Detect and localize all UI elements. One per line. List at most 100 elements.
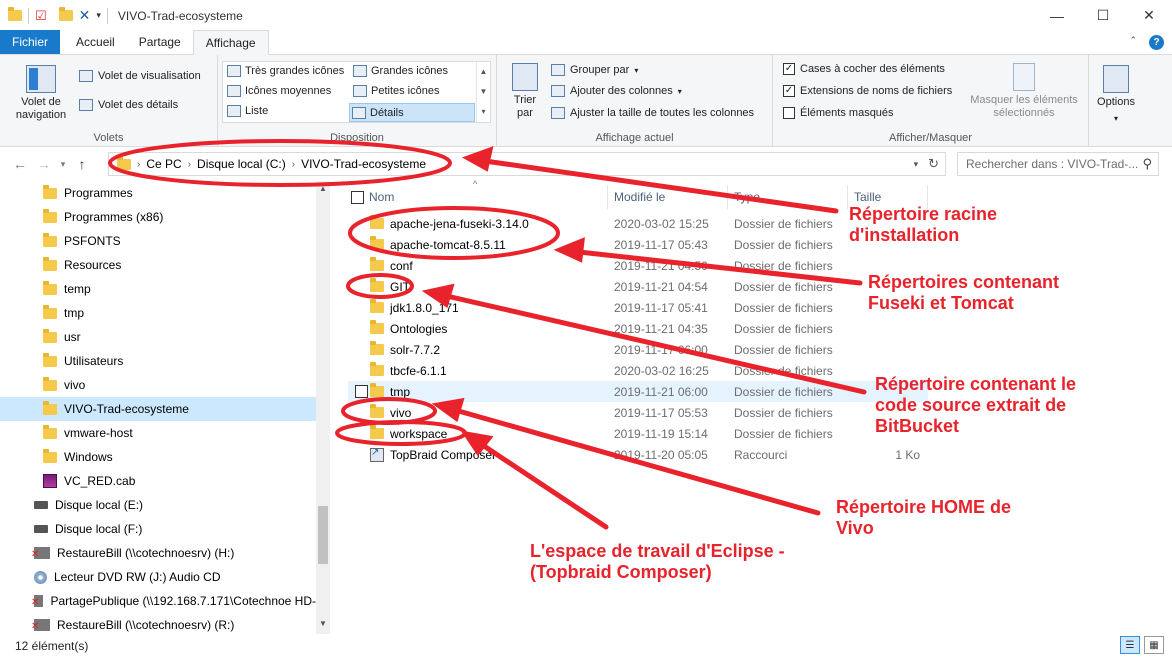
- row-checkbox[interactable]: [355, 385, 368, 398]
- nav-item[interactable]: VIVO-Trad-ecosysteme: [0, 397, 316, 421]
- nav-item[interactable]: VC_RED.cab: [0, 469, 316, 493]
- nav-item[interactable]: RestaureBill (\\cotechnoesrv) (H:): [0, 541, 316, 565]
- file-row[interactable]: solr-7.7.2 2019-11-17 06:00 Dossier de fic…: [348, 339, 928, 360]
- up-arrow-icon[interactable]: ↑: [70, 156, 94, 172]
- search-icon[interactable]: ⚲: [1142, 156, 1152, 172]
- nav-item[interactable]: temp: [0, 277, 316, 301]
- file-row[interactable]: Ontologies 2019-11-21 04:35 Dossier de fic…: [348, 318, 928, 339]
- nav-item[interactable]: vmware-host: [0, 421, 316, 445]
- properties-icon[interactable]: ☑: [35, 8, 47, 24]
- chevron-right-icon[interactable]: ›: [188, 159, 191, 170]
- new-folder-icon[interactable]: [58, 7, 73, 21]
- nav-item-label: Programmes (x86): [64, 210, 164, 224]
- folder-icon: [370, 362, 384, 376]
- preview-pane-button[interactable]: Volet de visualisation: [79, 70, 201, 82]
- layout-list[interactable]: Liste: [227, 105, 268, 117]
- item-checkboxes-toggle[interactable]: ✓ Cases à cocher des éléments: [783, 63, 945, 75]
- layout-details[interactable]: Détails: [349, 103, 475, 122]
- file-row[interactable]: jdk1.8.0_171 2019-11-17 05:41 Dossier de f…: [348, 297, 928, 318]
- nav-item[interactable]: PSFONTS: [0, 229, 316, 253]
- scroll-up-icon[interactable]: ▲: [316, 184, 330, 193]
- nav-item[interactable]: Disque local (F:): [0, 517, 316, 541]
- nav-item[interactable]: RestaureBill (\\cotechnoesrv) (R:): [0, 613, 316, 634]
- address-bar[interactable]: › Ce PC › Disque local (C:) › VIVO-Trad-…: [108, 152, 946, 176]
- ribbon-right-controls: ⌃ ?: [1129, 35, 1164, 50]
- column-header-name[interactable]: Nom ^: [363, 179, 608, 209]
- annotation-label-root: Répertoire racine d'installation: [849, 204, 997, 246]
- group-by-button[interactable]: Grouper par ▾: [551, 64, 638, 76]
- tab-file[interactable]: Fichier: [0, 30, 61, 54]
- tab-home[interactable]: Accueil: [64, 30, 127, 54]
- column-header-type[interactable]: Type: [728, 185, 848, 209]
- address-dropdown-icon[interactable]: ▾: [914, 159, 919, 170]
- breadcrumb-this-pc[interactable]: Ce PC: [146, 157, 181, 171]
- navigation-pane-scrollbar[interactable]: ▲ ▼: [316, 181, 330, 634]
- maximize-button[interactable]: ☐: [1080, 0, 1126, 31]
- nav-item[interactable]: Windows: [0, 445, 316, 469]
- fit-columns-button[interactable]: Ajuster la taille de toutes les colonnes: [551, 107, 754, 119]
- sort-by-button[interactable]: Trier par: [507, 63, 543, 120]
- recent-chevron-down-icon[interactable]: ▾: [56, 159, 70, 170]
- archive-icon: [43, 474, 57, 488]
- add-columns-button[interactable]: Ajouter des colonnes ▾: [551, 85, 682, 97]
- nav-item[interactable]: Lecteur DVD RW (J:) Audio CD: [0, 565, 316, 589]
- forward-arrow-icon[interactable]: →: [32, 156, 56, 172]
- qat-dropdown-icon[interactable]: ▾: [96, 10, 101, 21]
- file-row[interactable]: GIT 2019-11-21 04:54 Dossier de fichiers: [348, 276, 928, 297]
- nav-item[interactable]: Disque local (E:): [0, 493, 316, 517]
- minimize-button[interactable]: —: [1034, 0, 1080, 31]
- folder-icon: [43, 304, 57, 319]
- nav-item[interactable]: Resources: [0, 253, 316, 277]
- nav-item[interactable]: Programmes (x86): [0, 205, 316, 229]
- breadcrumb-local-disk-c[interactable]: Disque local (C:): [197, 157, 286, 171]
- layout-medium-icons[interactable]: Icônes moyennes: [227, 85, 331, 97]
- nav-item[interactable]: PartagePublique (\\192.168.7.171\Cotechn…: [0, 589, 316, 613]
- folder-icon: [370, 383, 384, 397]
- search-input[interactable]: Rechercher dans : VIVO-Trad-... ⚲: [957, 152, 1159, 176]
- folder-icon: [43, 448, 57, 463]
- file-row[interactable]: apache-tomcat-8.5.11 2019-11-17 05:43 Doss…: [348, 234, 928, 255]
- layout-extra-large-icons[interactable]: Très grandes icônes: [227, 65, 344, 77]
- column-header-modified[interactable]: Modifié le: [608, 185, 728, 209]
- chevron-right-icon[interactable]: ›: [292, 159, 295, 170]
- scrollbar-thumb[interactable]: [318, 506, 328, 564]
- close-button[interactable]: ✕: [1126, 0, 1172, 31]
- nav-item[interactable]: vivo: [0, 373, 316, 397]
- options-button[interactable]: Options ▾: [1092, 65, 1140, 125]
- nav-item[interactable]: Utilisateurs: [0, 349, 316, 373]
- file-row[interactable]: tmp 2019-11-21 06:00 Dossier de fichiers: [348, 381, 928, 402]
- details-view-icon[interactable]: ☰: [1120, 636, 1140, 654]
- folder-icon: [43, 256, 57, 271]
- file-modified: 2019-11-17 05:53: [614, 405, 708, 420]
- tab-view[interactable]: Affichage: [192, 30, 269, 55]
- back-arrow-icon[interactable]: ←: [8, 156, 32, 172]
- file-row[interactable]: workspace 2019-11-19 15:14 Dossier de fich…: [348, 423, 928, 444]
- file-extensions-toggle[interactable]: ✓ Extensions de noms de fichiers: [783, 85, 952, 97]
- details-pane-button[interactable]: Volet des détails: [79, 99, 178, 111]
- file-row[interactable]: TopBraid Composer 2019-11-20 05:05 Raccour…: [348, 444, 928, 465]
- search-placeholder: Rechercher dans : VIVO-Trad-...: [966, 157, 1139, 171]
- file-row[interactable]: conf 2019-11-21 04:50 Dossier de fichiers: [348, 255, 928, 276]
- hidden-items-toggle[interactable]: Éléments masqués: [783, 107, 894, 119]
- breadcrumb-current-folder[interactable]: VIVO-Trad-ecosysteme: [301, 157, 426, 171]
- scroll-down-icon[interactable]: ▼: [316, 619, 330, 628]
- delete-icon[interactable]: ✕: [79, 7, 91, 24]
- nav-item[interactable]: usr: [0, 325, 316, 349]
- nav-pane-button[interactable]: Volet de navigation: [8, 65, 74, 122]
- layout-gallery-scroll[interactable]: ▲ ▼ ▾: [476, 62, 490, 122]
- layout-large-icons[interactable]: Grandes icônes: [353, 65, 448, 77]
- tab-share[interactable]: Partage: [127, 30, 193, 54]
- chevron-right-icon[interactable]: ›: [137, 159, 140, 170]
- nav-item[interactable]: tmp: [0, 301, 316, 325]
- file-row[interactable]: apache-jena-fuseki-3.14.0 2020-03-02 15:2…: [348, 213, 928, 234]
- layout-small-icons[interactable]: Petites icônes: [353, 85, 439, 97]
- collapse-ribbon-icon[interactable]: ⌃: [1129, 35, 1137, 50]
- help-icon[interactable]: ?: [1149, 35, 1164, 50]
- nav-item[interactable]: Programmes: [0, 181, 316, 205]
- file-row[interactable]: tbcfe-6.1.1 2020-03-02 16:25 Dossier de fi…: [348, 360, 928, 381]
- disconnected-network-drive-icon: [31, 619, 50, 632]
- refresh-icon[interactable]: ↻: [928, 156, 939, 172]
- hide-selected-button[interactable]: Masquer les éléments sélectionnés: [965, 63, 1083, 120]
- large-icons-view-icon[interactable]: ▦: [1144, 636, 1164, 654]
- file-row[interactable]: vivo 2019-11-17 05:53 Dossier de fichiers: [348, 402, 928, 423]
